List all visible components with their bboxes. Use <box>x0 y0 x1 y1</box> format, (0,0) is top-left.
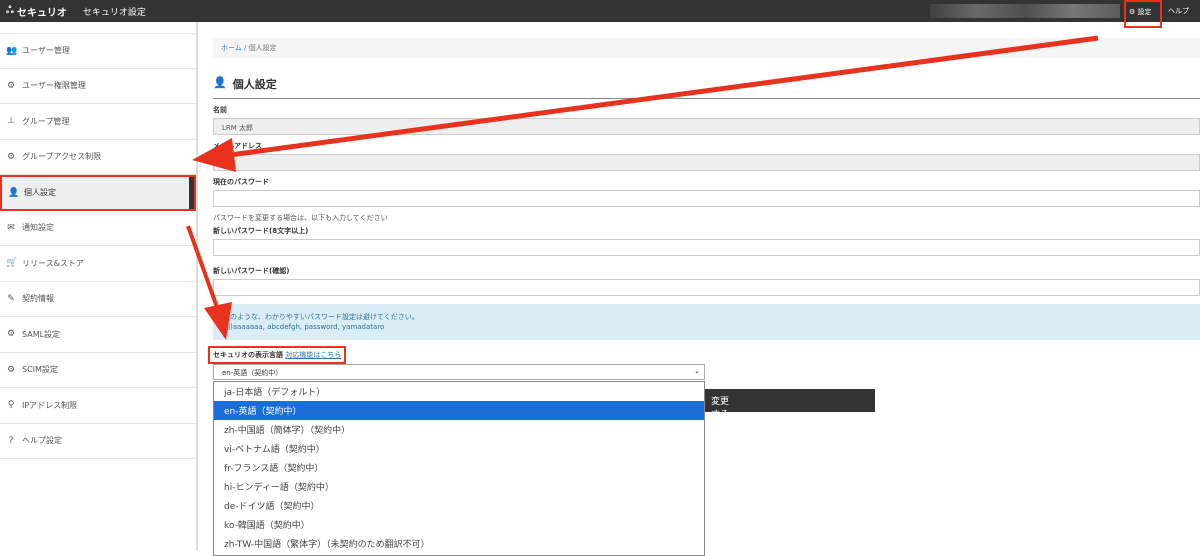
sidebar-item-label: 通知設定 <box>22 223 54 233</box>
gears-icon: ⚙ <box>6 364 16 375</box>
sidebar-item-label: リリース&ストア <box>22 258 84 268</box>
logo-icon: ஃ <box>6 5 14 16</box>
sidebar-item[interactable]: ✉ 通知設定 <box>0 211 196 246</box>
sidebar-item[interactable]: ⚙ グループアクセス制限 <box>0 140 196 175</box>
sidebar: 👥 ユーザー管理 ⚙ ユーザー権限管理 ⊥ グループ管理 ⚙ グループアクセス制限 👤 個人設定 ✉… <box>0 22 198 551</box>
sidebar-item[interactable]: ? ヘルプ設定 <box>0 424 196 459</box>
dropdown-option[interactable]: zh-中国語（簡体字）（契約中） <box>214 420 704 439</box>
new-password-input[interactable] <box>213 239 1200 256</box>
breadcrumb: ホーム / 個人設定 <box>213 38 1200 58</box>
main-content: ホーム / 個人設定 👤 個人設定 名前 LRM 太郎 メールアドレス 現在のパス… <box>213 22 1200 340</box>
email-field <box>213 154 1200 171</box>
sidebar-item[interactable]: 👤 個人設定 <box>0 175 196 211</box>
dropdown-option[interactable]: ko-韓国語（契約中） <box>214 515 704 534</box>
supported-features-link[interactable]: 対応機能はこちら <box>285 351 341 359</box>
sidebar-item[interactable]: ✎ 契約情報 <box>0 282 196 317</box>
language-label: セキュリオの表示言語 対応機能はこちら <box>208 346 347 364</box>
gear-icon: ⚙ <box>1129 8 1136 16</box>
password-alert: 次のような、わかりやすいパスワード設定は避けてください。 例)aaaaaaa, a… <box>213 304 1200 340</box>
sidebar-item[interactable]: ⚙ SCIM設定 <box>0 353 196 388</box>
confirm-password-input[interactable] <box>213 279 1200 296</box>
dropdown-option[interactable]: hi-ヒンディー語（契約中） <box>214 477 704 496</box>
contract-icon: ✎ <box>7 293 15 304</box>
language-select[interactable]: en-英語（契約中） ⌄ <box>213 364 705 380</box>
name-field: LRM 太郎 <box>213 118 1200 135</box>
dropdown-option[interactable]: ja-日本語（デフォルト） <box>214 382 704 401</box>
sidebar-item-label: ヘルプ設定 <box>22 436 62 446</box>
sidebar-item-label: グループ管理 <box>22 116 70 126</box>
sidebar-item-label: ユーザー管理 <box>22 46 70 56</box>
sidebar-item-label: SCIM設定 <box>22 365 58 375</box>
language-dropdown: ja-日本語（デフォルト） en-英語（契約中） zh-中国語（簡体字）（契約中） v… <box>213 381 705 556</box>
sidebar-item[interactable]: ⚙ SAML設定 <box>0 317 196 353</box>
logo[interactable]: ஃ セキュリオ <box>6 4 67 19</box>
blurred-user-info <box>930 4 1120 18</box>
name-label: 名前 <box>213 106 227 114</box>
password-note: パスワードを変更する場合は、以下も入力してください <box>213 214 388 222</box>
sidebar-item[interactable]: ⊥ グループ管理 <box>0 104 196 140</box>
dropdown-option[interactable]: zh-TW-中国語（繁体字）（未契約のため翻訳不可） <box>214 534 704 553</box>
user-icon: 👤 <box>8 187 20 198</box>
current-password-input[interactable] <box>213 190 1200 207</box>
sidebar-item-label: ユーザー権限管理 <box>22 81 86 91</box>
sidebar-item[interactable]: ⚲ IPアドレス制限 <box>0 388 196 424</box>
question-icon: ? <box>8 435 14 446</box>
dropdown-option[interactable]: vi-ベトナム語（契約中） <box>214 439 704 458</box>
cart-icon: 🛒 <box>6 258 18 269</box>
email-label: メールアドレス <box>213 142 262 150</box>
sidebar-item-label: 個人設定 <box>24 188 56 198</box>
confirm-password-label: 新しいパスワード(確認) <box>213 267 290 275</box>
submit-button[interactable]: 変更する <box>705 389 875 420</box>
gears-icon: ⚙ <box>6 329 16 340</box>
chevron-down-icon: ⌄ <box>694 367 700 375</box>
dropdown-option[interactable]: en-英語（契約中） <box>214 401 704 420</box>
marker-icon: ⚲ <box>7 400 15 411</box>
sidebar-item[interactable]: ⚙ ユーザー権限管理 <box>0 69 196 104</box>
sidebar-item-label: SAML設定 <box>22 329 61 339</box>
sidebar-item[interactable]: 👥 ユーザー管理 <box>0 33 196 69</box>
top-bar: ஃ セキュリオ セキュリオ設定 ⚙ 設定 ヘルプ <box>0 0 1200 28</box>
dropdown-option[interactable]: fr-フランス語（契約中） <box>214 458 704 477</box>
page-title: 👤 個人設定 <box>213 76 1200 99</box>
sitemap-icon: ⊥ <box>7 116 15 127</box>
app-title: セキュリオ設定 <box>82 7 146 18</box>
envelope-icon: ✉ <box>7 222 15 233</box>
users-icon: 👥 <box>6 45 18 56</box>
sidebar-item-label: IPアドレス制限 <box>22 400 78 410</box>
gear-icon: ⚙ <box>6 80 16 91</box>
sidebar-item[interactable]: 🛒 リリース&ストア <box>0 246 196 282</box>
dropdown-option[interactable]: de-ドイツ語（契約中） <box>214 496 704 515</box>
current-password-label: 現在のパスワード <box>213 178 269 186</box>
help-link[interactable]: ヘルプ <box>1168 6 1189 16</box>
sidebar-item-label: 契約情報 <box>22 294 54 304</box>
user-icon: 👤 <box>213 76 227 89</box>
new-password-label: 新しいパスワード(8文字以上) <box>213 227 309 235</box>
breadcrumb-home[interactable]: ホーム <box>221 44 242 52</box>
gear-icon: ⚙ <box>6 151 16 162</box>
sidebar-item-label: グループアクセス制限 <box>22 152 102 162</box>
